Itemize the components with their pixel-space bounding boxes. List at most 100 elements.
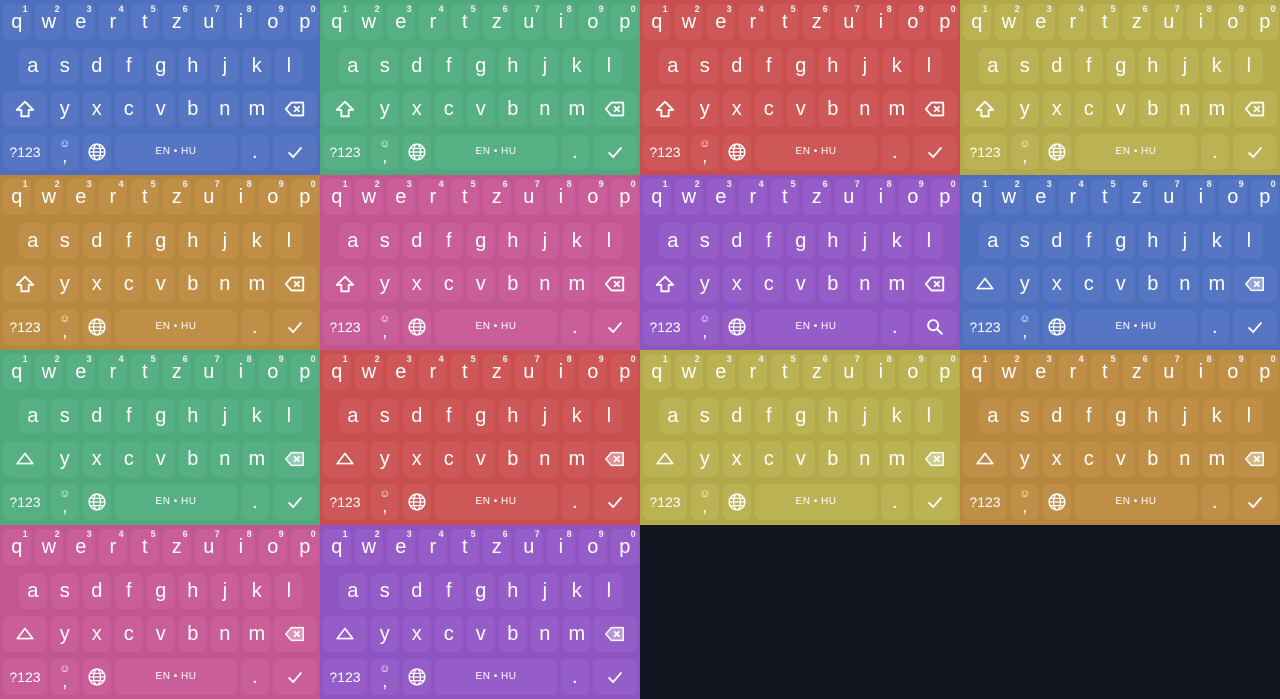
key-e[interactable]: e3: [67, 179, 95, 215]
key-n[interactable]: n: [211, 441, 239, 477]
backspace-key[interactable]: [1233, 266, 1277, 302]
key-w[interactable]: w2: [355, 179, 383, 215]
key-x[interactable]: x: [83, 91, 111, 127]
spacebar[interactable]: EN • HU: [435, 309, 557, 345]
key-o[interactable]: o9: [1219, 179, 1247, 215]
shift-key[interactable]: [3, 266, 47, 302]
key-c[interactable]: c: [435, 266, 463, 302]
key-k[interactable]: k: [1203, 398, 1231, 434]
key-s[interactable]: s: [691, 48, 719, 84]
key-k[interactable]: k: [563, 573, 591, 609]
key-o[interactable]: o9: [579, 529, 607, 565]
language-switch-key[interactable]: [403, 659, 431, 695]
key-d[interactable]: d: [83, 398, 111, 434]
key-r[interactable]: r4: [1059, 354, 1087, 390]
shift-key[interactable]: [3, 616, 47, 652]
action-key[interactable]: [593, 309, 637, 345]
key-r[interactable]: r4: [99, 529, 127, 565]
key-m[interactable]: m: [243, 91, 271, 127]
key-y[interactable]: y: [371, 616, 399, 652]
key-n[interactable]: n: [1171, 91, 1199, 127]
key-v[interactable]: v: [147, 616, 175, 652]
key-j[interactable]: j: [531, 398, 559, 434]
key-x[interactable]: x: [1043, 441, 1071, 477]
key-s[interactable]: s: [371, 223, 399, 259]
key-period[interactable]: .: [881, 134, 909, 170]
language-switch-key[interactable]: [83, 484, 111, 520]
key-q[interactable]: q1: [323, 4, 351, 40]
key-p[interactable]: p0: [291, 529, 319, 565]
key-f[interactable]: f: [435, 573, 463, 609]
key-j[interactable]: j: [531, 48, 559, 84]
spacebar[interactable]: EN • HU: [435, 659, 557, 695]
shift-key[interactable]: [3, 91, 47, 127]
key-m[interactable]: m: [883, 441, 911, 477]
key-u[interactable]: u7: [835, 354, 863, 390]
action-key[interactable]: [913, 309, 957, 345]
comma-emoji-key[interactable]: ☺,: [691, 484, 719, 520]
key-b[interactable]: b: [1139, 266, 1167, 302]
key-i[interactable]: i8: [1187, 4, 1215, 40]
key-g[interactable]: g: [147, 573, 175, 609]
spacebar[interactable]: EN • HU: [115, 134, 237, 170]
key-q[interactable]: q1: [963, 179, 991, 215]
language-switch-key[interactable]: [1043, 134, 1071, 170]
key-m[interactable]: m: [243, 616, 271, 652]
key-b[interactable]: b: [179, 616, 207, 652]
key-t[interactable]: t5: [131, 179, 159, 215]
key-o[interactable]: o9: [259, 354, 287, 390]
key-t[interactable]: t5: [771, 354, 799, 390]
key-n[interactable]: n: [1171, 266, 1199, 302]
key-a[interactable]: a: [339, 398, 367, 434]
key-k[interactable]: k: [563, 223, 591, 259]
key-x[interactable]: x: [1043, 91, 1071, 127]
key-t[interactable]: t5: [131, 354, 159, 390]
key-k[interactable]: k: [883, 398, 911, 434]
key-p[interactable]: p0: [291, 179, 319, 215]
key-d[interactable]: d: [723, 48, 751, 84]
key-v[interactable]: v: [467, 441, 495, 477]
key-period[interactable]: .: [1201, 309, 1229, 345]
symbols-key[interactable]: ?123: [3, 134, 47, 170]
key-l[interactable]: l: [915, 223, 943, 259]
key-o[interactable]: o9: [259, 179, 287, 215]
key-z[interactable]: z6: [803, 179, 831, 215]
key-i[interactable]: i8: [1187, 354, 1215, 390]
key-j[interactable]: j: [851, 48, 879, 84]
language-switch-key[interactable]: [723, 484, 751, 520]
key-j[interactable]: j: [211, 48, 239, 84]
key-t[interactable]: t5: [771, 179, 799, 215]
key-w[interactable]: w2: [355, 4, 383, 40]
key-z[interactable]: z6: [1123, 4, 1151, 40]
key-a[interactable]: a: [659, 48, 687, 84]
key-d[interactable]: d: [403, 573, 431, 609]
symbols-key[interactable]: ?123: [643, 309, 687, 345]
key-s[interactable]: s: [51, 223, 79, 259]
language-switch-key[interactable]: [1043, 309, 1071, 345]
key-c[interactable]: c: [115, 91, 143, 127]
key-g[interactable]: g: [467, 573, 495, 609]
key-e[interactable]: e3: [1027, 4, 1055, 40]
key-p[interactable]: p0: [1251, 354, 1279, 390]
key-h[interactable]: h: [179, 573, 207, 609]
key-y[interactable]: y: [371, 91, 399, 127]
key-m[interactable]: m: [1203, 441, 1231, 477]
key-u[interactable]: u7: [1155, 354, 1183, 390]
key-t[interactable]: t5: [131, 4, 159, 40]
key-z[interactable]: z6: [803, 354, 831, 390]
key-l[interactable]: l: [915, 398, 943, 434]
key-b[interactable]: b: [499, 616, 527, 652]
key-q[interactable]: q1: [3, 179, 31, 215]
shift-key[interactable]: [963, 266, 1007, 302]
language-switch-key[interactable]: [83, 309, 111, 345]
key-p[interactable]: p0: [611, 529, 639, 565]
action-key[interactable]: [273, 309, 317, 345]
key-m[interactable]: m: [883, 91, 911, 127]
key-g[interactable]: g: [467, 48, 495, 84]
spacebar[interactable]: EN • HU: [755, 134, 877, 170]
key-z[interactable]: z6: [163, 179, 191, 215]
key-m[interactable]: m: [1203, 266, 1231, 302]
key-j[interactable]: j: [211, 223, 239, 259]
key-g[interactable]: g: [147, 48, 175, 84]
key-a[interactable]: a: [339, 573, 367, 609]
